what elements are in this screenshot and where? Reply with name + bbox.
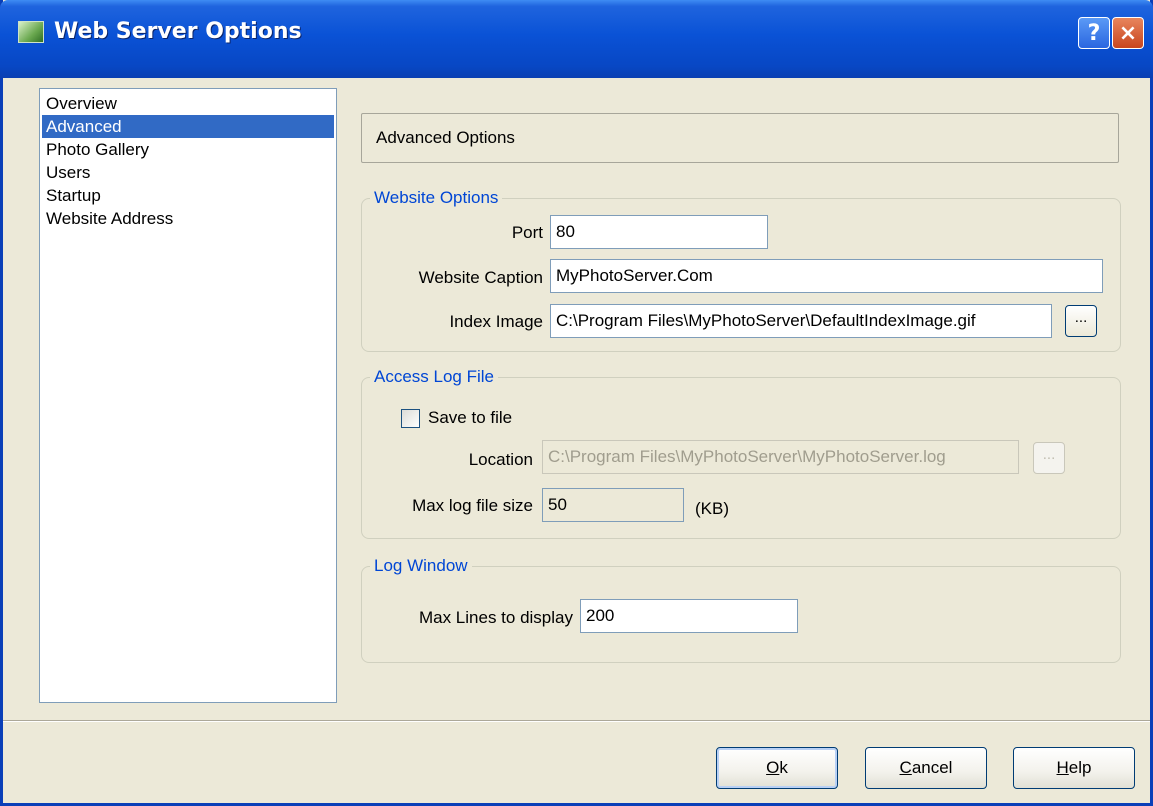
help-button[interactable]: Help: [1013, 747, 1135, 789]
index-image-field[interactable]: C:\Program Files\MyPhotoServer\DefaultIn…: [550, 304, 1052, 338]
nav-item-advanced[interactable]: Advanced: [42, 115, 334, 138]
port-field[interactable]: 80: [550, 215, 768, 249]
page-title: Advanced Options: [361, 113, 1119, 163]
nav-item-overview[interactable]: Overview: [42, 92, 334, 115]
nav-item-website-address[interactable]: Website Address: [42, 207, 334, 230]
ok-label: k: [779, 758, 788, 777]
app-icon: [18, 21, 44, 43]
location-browse-button[interactable]: ...: [1033, 442, 1065, 474]
ok-button[interactable]: Ok: [716, 747, 838, 789]
location-label: Location: [468, 450, 533, 469]
log-window-legend: Log Window: [370, 554, 472, 578]
help-mnemonic: H: [1056, 758, 1069, 777]
max-log-file-size-label: Max log file size: [412, 496, 533, 515]
port-label: Port: [511, 223, 543, 242]
website-caption-label: Website Caption: [418, 268, 543, 287]
access-log-legend: Access Log File: [370, 365, 498, 389]
footer-separator: [3, 720, 1150, 722]
cancel-button[interactable]: Cancel: [865, 747, 987, 789]
help-icon[interactable]: ?: [1078, 17, 1110, 49]
options-category-list[interactable]: Overview Advanced Photo Gallery Users St…: [39, 88, 337, 703]
nav-item-startup[interactable]: Startup: [42, 184, 334, 207]
save-to-file-label[interactable]: Save to file: [428, 406, 512, 430]
website-caption-field[interactable]: MyPhotoServer.Com: [550, 259, 1103, 293]
website-options-legend: Website Options: [370, 186, 503, 210]
max-lines-field[interactable]: 200: [580, 599, 798, 633]
nav-item-photo-gallery[interactable]: Photo Gallery: [42, 138, 334, 161]
cancel-mnemonic: C: [899, 758, 912, 777]
dialog-window: Web Server Options ? × Overview Advanced…: [0, 0, 1153, 806]
kb-unit-label: (KB): [695, 499, 729, 518]
save-to-file-checkbox[interactable]: [401, 409, 420, 428]
max-log-file-size-field[interactable]: 50: [542, 488, 684, 522]
title-bar[interactable]: Web Server Options ? ×: [0, 0, 1153, 78]
location-field[interactable]: C:\Program Files\MyPhotoServer\MyPhotoSe…: [542, 440, 1019, 474]
ok-mnemonic: O: [766, 758, 780, 777]
index-image-browse-button[interactable]: ...: [1065, 305, 1097, 337]
close-icon[interactable]: ×: [1112, 17, 1144, 49]
window-title: Web Server Options: [54, 19, 302, 44]
max-lines-label: Max Lines to display: [418, 608, 573, 627]
nav-item-users[interactable]: Users: [42, 161, 334, 184]
index-image-label: Index Image: [449, 312, 543, 331]
cancel-label: ancel: [911, 758, 953, 777]
help-label: elp: [1068, 758, 1092, 777]
